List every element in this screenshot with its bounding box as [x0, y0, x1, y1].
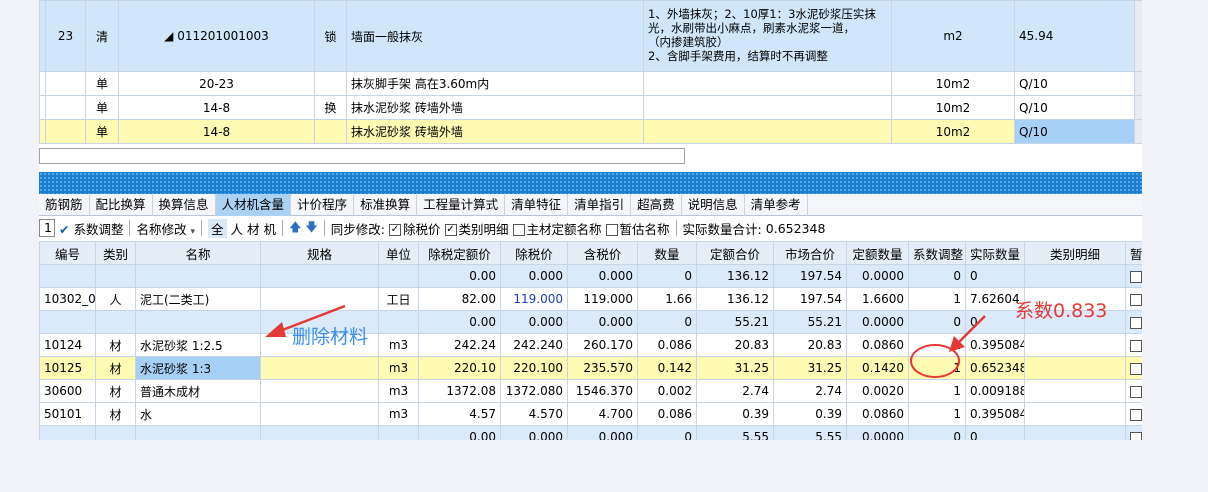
- annotation-delete-material: 删除材料: [292, 326, 369, 348]
- annotation-overlay: [265, 304, 986, 378]
- coef-highlight-circle: [910, 344, 960, 378]
- screenshot-stage: 23 清 ◢ 011201001003 锁墙面一般抹灰 1、外墙抹灰；2、10厚1：3水…: [0, 0, 1208, 492]
- annotation-coefficient: 系数0.833: [1015, 300, 1108, 322]
- arrow-coefficient: [949, 315, 986, 352]
